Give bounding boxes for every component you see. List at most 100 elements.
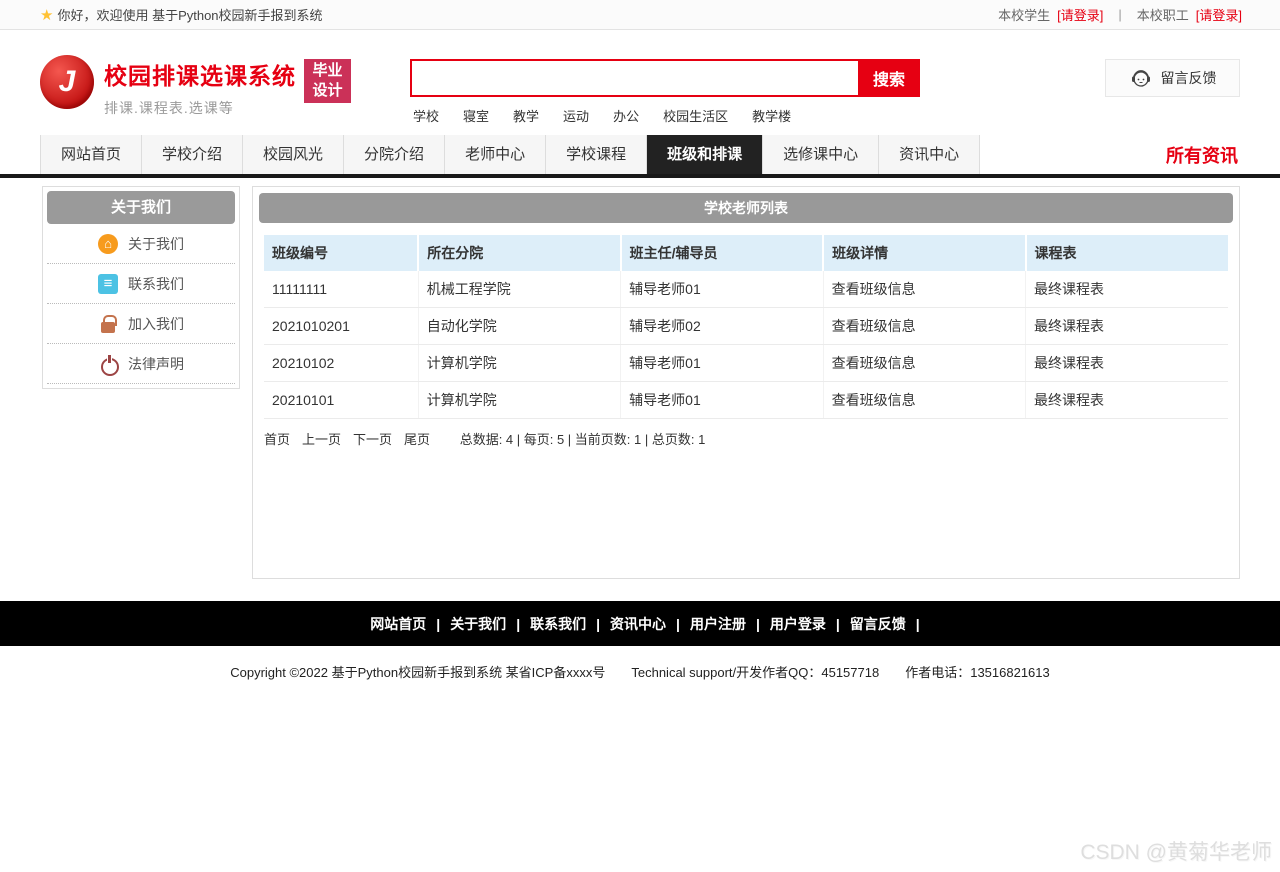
nav-item[interactable]: 班级和排课 xyxy=(647,135,764,174)
nav-item[interactable]: 学校介绍 xyxy=(142,135,244,174)
footer-link[interactable]: 联系我们 xyxy=(530,614,586,634)
all-news-link[interactable]: 所有资讯 xyxy=(1166,142,1240,168)
class-id-cell: 2021010201 xyxy=(264,307,419,345)
sidebar-item[interactable]: 关于我们 xyxy=(47,224,235,264)
nav-item[interactable]: 网站首页 xyxy=(40,135,143,174)
sidebar-item-label: 联系我们 xyxy=(128,275,184,292)
staff-label: 本校职工 xyxy=(1136,8,1189,23)
column-header: 班级编号 xyxy=(264,235,419,271)
search-area: 搜索 学校 寝室 教学 运动 办公 校园生活区 教学楼 xyxy=(410,59,920,125)
footer-link[interactable]: 资讯中心 xyxy=(610,614,666,634)
pagination: 首页 上一页 下一页 尾页 总数据: 4 | 每页: 5 | 当前页数: 1 | 总页… xyxy=(264,429,1228,448)
copyright-text: Copyright ©2022 基于Python校园新手报到系统 某省ICP备x… xyxy=(230,665,606,680)
footer-nav: 网站首页 | 关于我们 | 联系我们 | 资讯中心 | 用户注册 | 用户登录 … xyxy=(0,601,1280,646)
hot-word-link[interactable]: 寝室 xyxy=(463,109,489,124)
phone-text: 作者电话：13516821613 xyxy=(905,665,1050,680)
site-logo[interactable]: J 校园排课选课系统 排课.课程表.选课等 毕业 设计 xyxy=(40,55,351,118)
sidebar-item[interactable]: 联系我们 xyxy=(47,264,235,304)
graduation-badge: 毕业 设计 xyxy=(304,59,351,103)
about-sidebar: 关于我们 关于我们 联系我们 加入我们 法律声明 xyxy=(42,186,240,389)
search-input[interactable] xyxy=(410,59,858,97)
class-id-cell: 11111111 xyxy=(264,271,419,308)
class-table: 班级编号 所在分院 班主任/辅导员 班级详情 课程表 11111111 机械工程学院 辅… xyxy=(264,235,1228,419)
hot-word-link[interactable]: 校园生活区 xyxy=(663,109,728,124)
class-detail-link[interactable]: 查看班级信息 xyxy=(822,307,1026,345)
nav-item[interactable]: 学校课程 xyxy=(546,135,648,174)
schedule-link[interactable]: 最终课程表 xyxy=(1025,307,1228,345)
site-subtitle: 排课.课程表.选课等 xyxy=(104,100,234,116)
home-icon xyxy=(98,233,118,254)
feedback-button[interactable]: 留言反馈 xyxy=(1105,59,1240,97)
site-title: 校园排课选课系统 xyxy=(104,63,296,89)
sidebar-item-label: 关于我们 xyxy=(128,235,184,252)
clipboard-icon xyxy=(98,273,118,294)
teacher-cell: 辅导老师01 xyxy=(620,344,824,382)
class-detail-link[interactable]: 查看班级信息 xyxy=(822,271,1026,308)
college-cell: 计算机学院 xyxy=(417,381,621,419)
pagination-stats: 总数据: 4 | 每页: 5 | 当前页数: 1 | 总页数: 1 xyxy=(459,432,706,447)
footer-link[interactable]: 网站首页 xyxy=(370,614,426,634)
content-area: 关于我们 关于我们 联系我们 加入我们 法律声明 学校老师列表 班级编号所在分院… xyxy=(40,178,1240,579)
star-icon: ★ xyxy=(40,6,54,24)
welcome-text: 你好，欢迎使用 基于Python校园新手报到系统 xyxy=(57,8,323,23)
column-header: 所在分院 xyxy=(417,235,621,271)
schedule-link[interactable]: 最终课程表 xyxy=(1025,271,1228,308)
hot-word-link[interactable]: 办公 xyxy=(613,109,639,124)
main-navigation: 网站首页 学校介绍 校园风光 分院介绍 老师中心 学校课程 班级和排课 选修课中心 资讯中心 所… xyxy=(0,135,1280,178)
nav-item[interactable]: 资讯中心 xyxy=(879,135,981,174)
hot-word-link[interactable]: 教学楼 xyxy=(752,109,791,124)
student-login-link[interactable]: [请登录] xyxy=(1057,5,1103,24)
support-text: Technical support/开发作者QQ：45157718 xyxy=(631,665,880,680)
hot-word-link[interactable]: 运动 xyxy=(563,109,589,124)
nav-item[interactable]: 校园风光 xyxy=(243,135,345,174)
table-row: 20210101 计算机学院 辅导老师01 查看班级信息 最终课程表 xyxy=(264,381,1228,419)
nav-item[interactable]: 分院介绍 xyxy=(344,135,446,174)
top-bar: ★ 你好，欢迎使用 基于Python校园新手报到系统 本校学生 [请登录] | … xyxy=(0,0,1280,30)
class-detail-link[interactable]: 查看班级信息 xyxy=(822,344,1026,382)
search-button[interactable]: 搜索 xyxy=(858,59,920,97)
table-row: 2021010201 自动化学院 辅导老师02 查看班级信息 最终课程表 xyxy=(264,307,1228,345)
schedule-link[interactable]: 最终课程表 xyxy=(1025,344,1228,382)
lock-icon xyxy=(98,314,118,334)
column-header: 班级详情 xyxy=(822,235,1026,271)
hot-words: 学校 寝室 教学 运动 办公 校园生活区 教学楼 xyxy=(410,106,920,125)
teacher-cell: 辅导老师01 xyxy=(620,271,824,308)
table-header-row: 班级编号 所在分院 班主任/辅导员 班级详情 课程表 xyxy=(264,235,1228,271)
staff-login-link[interactable]: [请登录] xyxy=(1196,5,1242,24)
pagination-link[interactable]: 尾页 xyxy=(404,432,430,447)
class-id-cell: 20210101 xyxy=(264,381,419,419)
teacher-cell: 辅导老师02 xyxy=(620,307,824,345)
topbar-divider: | xyxy=(1118,7,1122,22)
pagination-link[interactable]: 上一页 xyxy=(302,432,341,447)
footer-link[interactable]: 用户注册 xyxy=(690,614,746,634)
column-header: 课程表 xyxy=(1024,235,1228,271)
power-icon xyxy=(98,354,119,376)
student-label: 本校学生 xyxy=(998,8,1051,23)
sidebar-title: 关于我们 xyxy=(47,191,235,224)
footer-link[interactable]: 关于我们 xyxy=(450,614,506,634)
hot-word-link[interactable]: 学校 xyxy=(413,109,439,124)
footer-link[interactable]: 留言反馈 xyxy=(850,614,906,634)
hot-word-link[interactable]: 教学 xyxy=(513,109,539,124)
sidebar-item[interactable]: 法律声明 xyxy=(47,344,235,384)
pagination-link[interactable]: 下一页 xyxy=(353,432,392,447)
college-cell: 计算机学院 xyxy=(417,344,621,382)
college-cell: 机械工程学院 xyxy=(417,271,621,308)
customer-service-icon xyxy=(1129,66,1153,90)
footer-link[interactable]: 用户登录 xyxy=(770,614,826,634)
main-panel: 学校老师列表 班级编号 所在分院 班主任/辅导员 班级详情 课程表 11111111 机… xyxy=(252,186,1240,579)
footer-separator: | xyxy=(915,615,920,632)
table-row: 20210102 计算机学院 辅导老师01 查看班级信息 最终课程表 xyxy=(264,344,1228,382)
nav-item[interactable]: 老师中心 xyxy=(445,135,547,174)
copyright-line: Copyright ©2022 基于Python校园新手报到系统 某省ICP备x… xyxy=(0,662,1280,681)
teacher-cell: 辅导老师01 xyxy=(620,381,824,419)
class-detail-link[interactable]: 查看班级信息 xyxy=(822,381,1026,419)
sidebar-item[interactable]: 加入我们 xyxy=(47,304,235,344)
page-header: J 校园排课选课系统 排课.课程表.选课等 毕业 设计 搜索 学校 寝室 教学 运动 办… xyxy=(0,30,1280,135)
nav-item[interactable]: 选修课中心 xyxy=(763,135,880,174)
pagination-link[interactable]: 首页 xyxy=(264,432,290,447)
table-row: 11111111 机械工程学院 辅导老师01 查看班级信息 最终课程表 xyxy=(264,271,1228,308)
sidebar-item-label: 加入我们 xyxy=(128,315,184,332)
class-id-cell: 20210102 xyxy=(264,344,419,382)
schedule-link[interactable]: 最终课程表 xyxy=(1025,381,1228,419)
